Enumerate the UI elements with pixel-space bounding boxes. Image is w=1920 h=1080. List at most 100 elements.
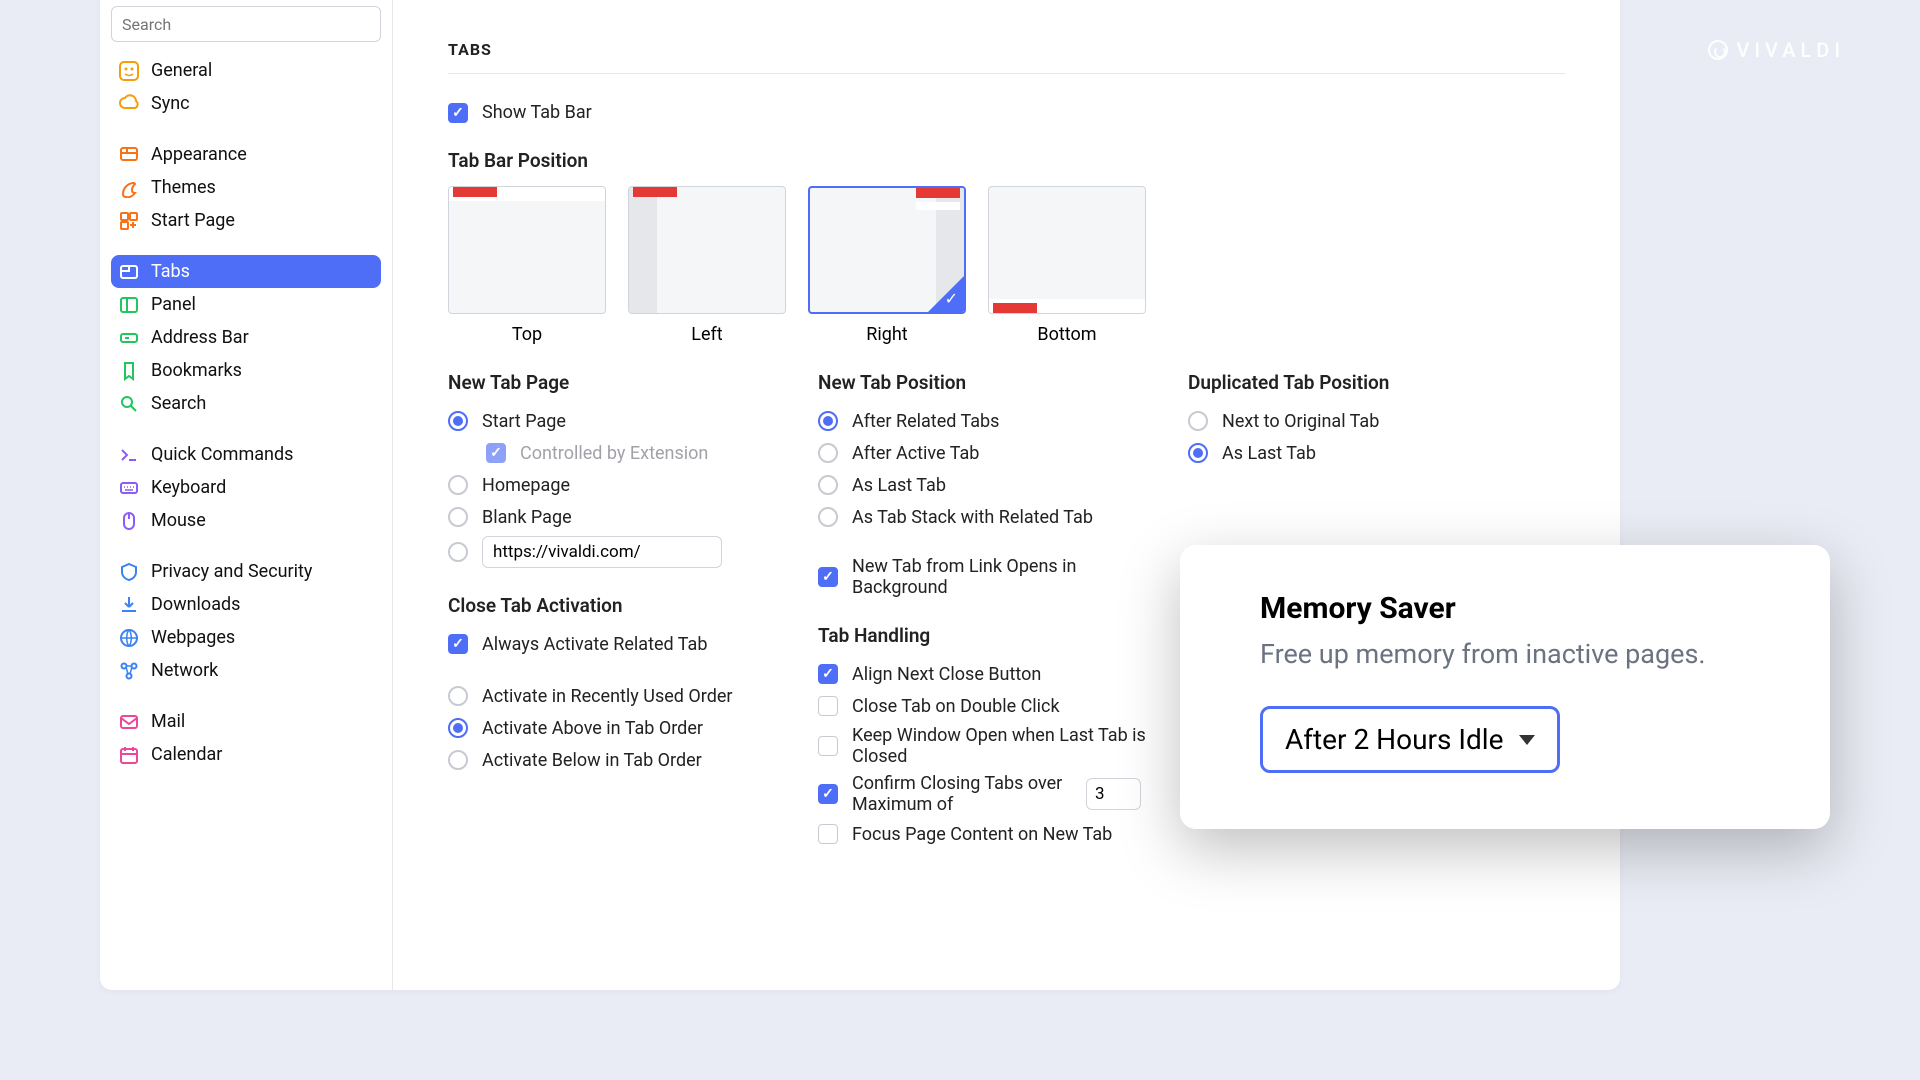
show-tab-bar-option[interactable]: Show Tab Bar (448, 102, 1565, 123)
np-related[interactable]: After Related Tabs (818, 408, 1188, 434)
ntp-url-input[interactable] (482, 536, 722, 568)
sidebar-item-mail[interactable]: Mail (111, 705, 381, 738)
sidebar-item-general[interactable]: General (111, 54, 381, 87)
th-confirm[interactable]: Confirm Closing Tabs over Maximum of (818, 773, 1188, 815)
ca-above[interactable]: Activate Above in Tab Order (448, 715, 818, 741)
sidebar-label: Privacy and Security (151, 561, 312, 582)
option-label: As Last Tab (1222, 443, 1316, 464)
radio-icon (448, 750, 468, 770)
radio-icon (448, 542, 468, 562)
sidebar-item-addressbar[interactable]: Address Bar (111, 321, 381, 354)
ntp-startpage[interactable]: Start Page (448, 408, 818, 434)
chevron-down-icon (1519, 735, 1535, 745)
dp-last[interactable]: As Last Tab (1188, 440, 1558, 466)
sidebar-item-themes[interactable]: Themes (111, 171, 381, 204)
sidebar-label: Mail (151, 711, 185, 732)
sidebar-item-mouse[interactable]: Mouse (111, 504, 381, 537)
sidebar-label: Keyboard (151, 477, 226, 498)
addressbar-icon (119, 328, 139, 348)
mail-icon (119, 712, 139, 732)
sidebar-item-bookmarks[interactable]: Bookmarks (111, 354, 381, 387)
tab-position-top[interactable]: Top (448, 186, 606, 345)
np-active[interactable]: After Active Tab (818, 440, 1188, 466)
tab-position-bottom[interactable]: Bottom (988, 186, 1146, 345)
new-tab-position-heading: New Tab Position (818, 371, 1188, 394)
option-label: Close Tab on Double Click (852, 696, 1060, 717)
duplicated-tab-heading: Duplicated Tab Position (1188, 371, 1558, 394)
search-icon (119, 394, 139, 414)
ntp-url[interactable] (448, 536, 818, 568)
checkbox-icon (818, 736, 838, 756)
popup-title: Memory Saver (1260, 591, 1774, 626)
ntp-blank[interactable]: Blank Page (448, 504, 818, 530)
th-keepwindow[interactable]: Keep Window Open when Last Tab is Closed (818, 725, 1188, 767)
dropdown-value: After 2 Hours Idle (1285, 723, 1503, 756)
sidebar-label: Mouse (151, 510, 206, 531)
ca-recent[interactable]: Activate in Recently Used Order (448, 683, 818, 709)
option-label: Right (808, 324, 966, 345)
option-label: Focus Page Content on New Tab (852, 824, 1112, 845)
general-icon (119, 61, 139, 81)
tab-position-left[interactable]: Left (628, 186, 786, 345)
th-confirm-value[interactable] (1086, 778, 1141, 810)
checkbox-icon (818, 784, 838, 804)
sidebar: General Sync Appearance Themes Start Pag… (100, 0, 393, 990)
panel-icon (119, 295, 139, 315)
th-focus[interactable]: Focus Page Content on New Tab (818, 821, 1188, 847)
divider (448, 73, 1565, 74)
ntp-extension[interactable]: Controlled by Extension (448, 440, 818, 466)
sidebar-item-quickcommands[interactable]: Quick Commands (111, 438, 381, 471)
ca-below[interactable]: Activate Below in Tab Order (448, 747, 818, 773)
option-label: Always Activate Related Tab (482, 634, 707, 655)
sidebar-item-webpages[interactable]: Webpages (111, 621, 381, 654)
option-label: Activate in Recently Used Order (482, 686, 733, 707)
checkbox-icon (818, 824, 838, 844)
option-label: Activate Below in Tab Order (482, 750, 702, 771)
sidebar-item-appearance[interactable]: Appearance (111, 138, 381, 171)
radio-icon (448, 411, 468, 431)
sidebar-label: Network (151, 660, 218, 681)
sidebar-item-downloads[interactable]: Downloads (111, 588, 381, 621)
logo-text: VIVALDI (1736, 38, 1845, 62)
checkbox-icon (486, 443, 506, 463)
sidebar-item-startpage[interactable]: Start Page (111, 204, 381, 237)
option-label: Controlled by Extension (520, 443, 708, 464)
np-stack[interactable]: As Tab Stack with Related Tab (818, 504, 1188, 530)
tab-bar-position-heading: Tab Bar Position (448, 149, 1565, 172)
new-tab-page-heading: New Tab Page (448, 371, 818, 394)
ca-always[interactable]: Always Activate Related Tab (448, 631, 818, 657)
radio-icon (448, 507, 468, 527)
option-label: Blank Page (482, 507, 572, 528)
sidebar-item-privacy[interactable]: Privacy and Security (111, 555, 381, 588)
sidebar-item-search[interactable]: Search (111, 387, 381, 420)
radio-icon (818, 411, 838, 431)
webpages-icon (119, 628, 139, 648)
option-label: Top (448, 324, 606, 345)
sidebar-item-tabs[interactable]: Tabs (111, 255, 381, 288)
search-input[interactable] (111, 6, 381, 42)
sidebar-item-keyboard[interactable]: Keyboard (111, 471, 381, 504)
tab-position-right[interactable]: ✓ Right (808, 186, 966, 345)
th-align[interactable]: Align Next Close Button (818, 661, 1188, 687)
memory-saver-dropdown[interactable]: After 2 Hours Idle (1260, 706, 1560, 773)
sidebar-item-panel[interactable]: Panel (111, 288, 381, 321)
content-pane: TABS Show Tab Bar Tab Bar Position Top L… (393, 0, 1620, 990)
checkbox-icon (818, 567, 838, 587)
th-doubleclick[interactable]: Close Tab on Double Click (818, 693, 1188, 719)
dp-next[interactable]: Next to Original Tab (1188, 408, 1558, 434)
np-last[interactable]: As Last Tab (818, 472, 1188, 498)
sidebar-item-sync[interactable]: Sync (111, 87, 381, 120)
vivaldi-logo-icon (1708, 40, 1728, 60)
sidebar-item-network[interactable]: Network (111, 654, 381, 687)
np-background[interactable]: New Tab from Link Opens in Background (818, 556, 1188, 598)
option-label: New Tab from Link Opens in Background (852, 556, 1132, 598)
quickcommands-icon (119, 445, 139, 465)
sidebar-item-calendar[interactable]: Calendar (111, 738, 381, 771)
sidebar-label: Calendar (151, 744, 222, 765)
option-label: Confirm Closing Tabs over Maximum of (852, 773, 1072, 815)
ntp-homepage[interactable]: Homepage (448, 472, 818, 498)
sidebar-label: General (151, 60, 212, 81)
radio-icon (1188, 411, 1208, 431)
close-tab-activation-heading: Close Tab Activation (448, 594, 818, 617)
option-label: Align Next Close Button (852, 664, 1041, 685)
